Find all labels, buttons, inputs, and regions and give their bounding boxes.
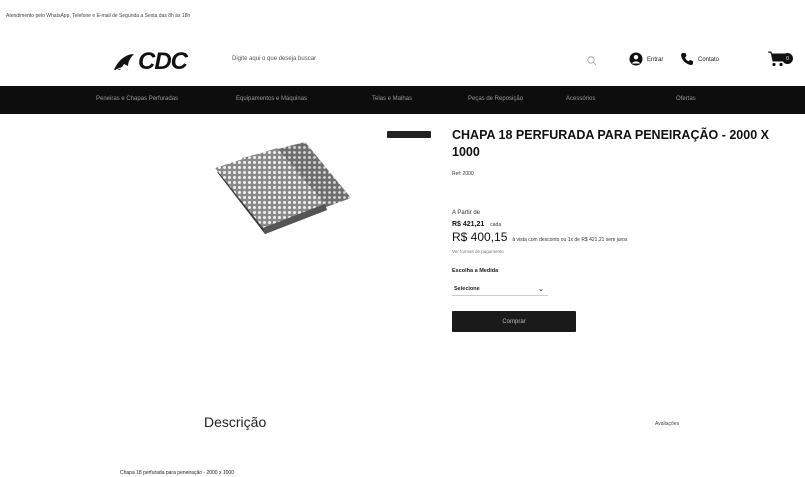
old-price: R$ 421,21 cada <box>452 221 501 228</box>
nav-item-ofertas[interactable]: Ofertas <box>676 96 696 102</box>
new-price-info: à vista com desconto ou 1x de R$ 421,21 … <box>512 237 628 243</box>
site-logo[interactable]: CDC <box>112 48 188 76</box>
product-image[interactable] <box>187 140 352 235</box>
description-text: Chapa 18 perfurada para peneiração - 200… <box>120 470 234 476</box>
search-placeholder: Digite aqui o que deseja buscar <box>232 56 317 62</box>
old-price-value: R$ 421,21 <box>452 221 485 228</box>
size-select[interactable]: Selecione ⌄ <box>452 284 548 296</box>
contact-button[interactable]: Contato <box>680 52 719 68</box>
nav-item-equipamentos[interactable]: Equipamentos e Máquinas <box>236 96 307 102</box>
size-label: Escolha a Medida <box>452 268 499 274</box>
chevron-down-icon: ⌄ <box>538 286 544 293</box>
product-tag <box>387 131 431 138</box>
payment-options-link[interactable]: Ver formas de pagamento <box>452 249 504 254</box>
logo-leaf-icon <box>112 52 136 72</box>
main-nav: Peneiras e Chapas Perfuradas Equipamento… <box>0 86 805 114</box>
product-ref: Ref: 2000 <box>452 171 474 177</box>
top-notice-text: Atendimento pelo WhatsApp, Telefone e E-… <box>6 13 191 19</box>
reviews-link[interactable]: Avaliações <box>655 421 679 427</box>
logo-text: CDC <box>138 48 188 75</box>
product-title: CHAPA 18 PERFURADA PARA PENEIRAÇÃO - 200… <box>452 128 769 159</box>
new-price: R$ 400,15 à vista com desconto ou 1x de … <box>452 230 627 244</box>
login-label: Entrar <box>647 57 664 63</box>
cart-button[interactable]: 0 <box>767 50 793 70</box>
user-icon <box>629 52 643 68</box>
new-price-value: R$ 400,15 <box>452 230 508 244</box>
phone-icon <box>680 52 694 68</box>
description-heading: Descrição <box>204 414 267 430</box>
buy-button[interactable]: Comprar <box>452 311 576 332</box>
login-button[interactable]: Entrar <box>629 52 663 68</box>
search-icon[interactable] <box>586 54 598 66</box>
old-price-unit: cada <box>490 222 502 228</box>
nav-item-telas[interactable]: Telas e Malhas <box>372 96 412 102</box>
price-label: A Partir de <box>452 210 481 216</box>
nav-item-pecas[interactable]: Peças de Reposição <box>468 96 523 102</box>
nav-item-peneiras[interactable]: Peneiras e Chapas Perfuradas <box>96 96 178 102</box>
top-notice-bar: Atendimento pelo WhatsApp, Telefone e E-… <box>0 0 805 30</box>
nav-item-acessorios[interactable]: Acessórios <box>566 96 595 102</box>
size-select-value: Selecione <box>454 286 480 292</box>
cart-count-badge: 0 <box>782 53 793 64</box>
search-field[interactable]: Digite aqui o que deseja buscar <box>230 52 600 68</box>
site-header: CDC Digite aqui o que deseja buscar Entr… <box>0 38 805 84</box>
contact-label: Contato <box>698 57 720 63</box>
